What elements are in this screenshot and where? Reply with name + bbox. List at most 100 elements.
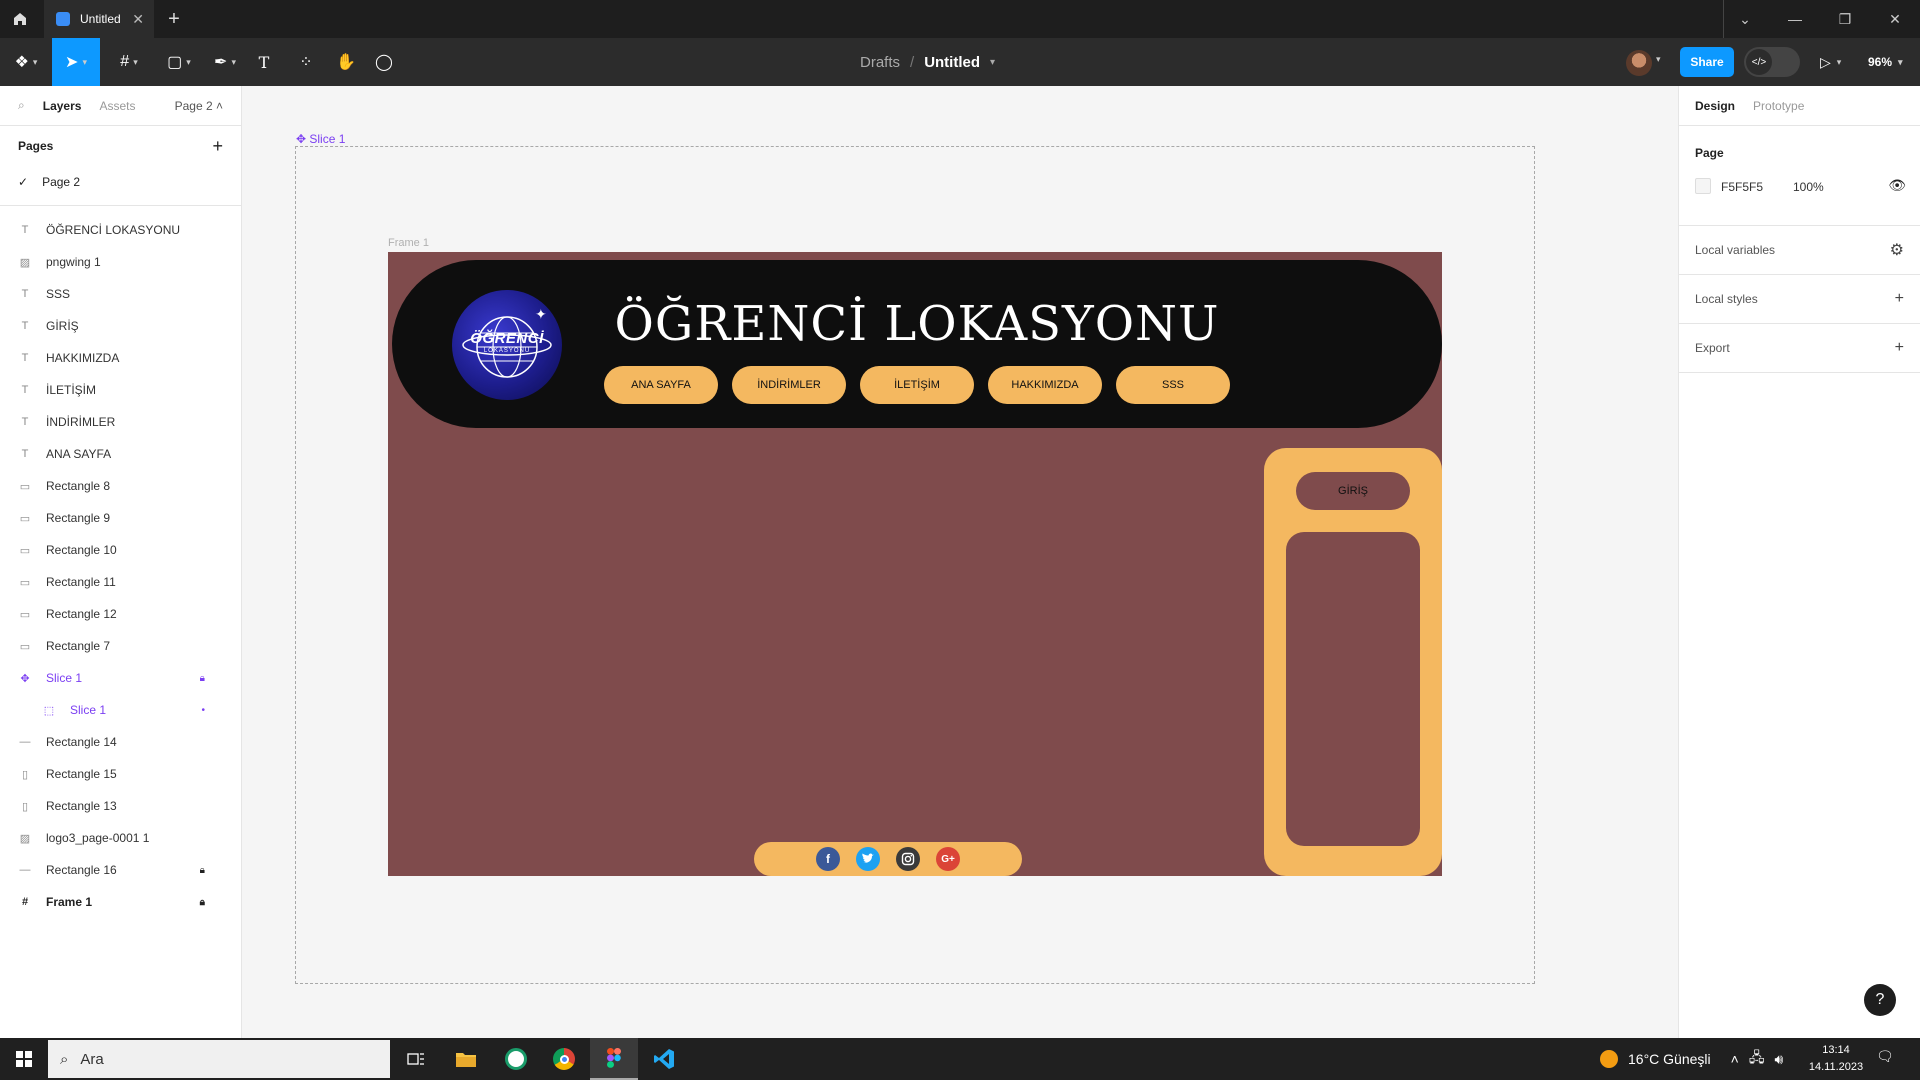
nav-about-button[interactable]: HAKKIMIZDA <box>988 366 1102 404</box>
layer-row[interactable]: — Rectangle 16 🔒︎ <box>0 854 241 886</box>
add-page-icon[interactable]: + <box>212 136 223 157</box>
vscode-icon[interactable] <box>640 1038 688 1080</box>
layer-row[interactable]: ▭ Rectangle 11 <box>0 566 241 598</box>
page-opacity[interactable]: 100% <box>1793 180 1824 194</box>
layer-row[interactable]: ⬚ Slice 1 • <box>0 694 241 726</box>
notification-icon[interactable]: 🗨︎ <box>1876 1048 1894 1065</box>
close-window-icon[interactable]: ✕ <box>1870 11 1920 28</box>
tab-prototype[interactable]: Prototype <box>1753 99 1804 113</box>
layer-row[interactable]: T HAKKIMIZDA <box>0 342 241 374</box>
layer-row[interactable]: ▭ Rectangle 12 <box>0 598 241 630</box>
login-panel[interactable] <box>1286 532 1420 846</box>
breadcrumb-drafts[interactable]: Drafts <box>860 54 900 71</box>
home-icon[interactable] <box>0 0 40 38</box>
lock-icon[interactable]: 🔒︎ <box>200 673 205 684</box>
google-plus-icon[interactable]: G+ <box>936 847 960 871</box>
facebook-icon[interactable]: f <box>816 847 840 871</box>
layer-row[interactable]: ▭ Rectangle 10 <box>0 534 241 566</box>
shape-tool-button[interactable]: ▢ ▾ <box>160 38 198 86</box>
tab-design[interactable]: Design <box>1695 99 1735 113</box>
resources-button[interactable]: ⁘ <box>294 38 318 86</box>
layer-row[interactable]: T ANA SAYFA <box>0 438 241 470</box>
layer-row[interactable]: ▭ Rectangle 9 <box>0 502 241 534</box>
login-button[interactable]: GİRİŞ <box>1296 472 1410 510</box>
minimize-icon[interactable]: — <box>1770 11 1820 27</box>
text-tool-button[interactable]: T <box>252 38 276 86</box>
page-color-hex[interactable]: F5F5F5 <box>1721 180 1763 194</box>
layer-row[interactable]: — Rectangle 14 <box>0 726 241 758</box>
page-color-swatch[interactable] <box>1695 178 1711 194</box>
move-tool-button[interactable]: ➤ ▾ <box>52 38 100 86</box>
network-icon[interactable]: 🖧︎ <box>1749 1047 1765 1071</box>
lock-icon[interactable]: 🔒︎ <box>200 865 205 876</box>
site-header[interactable]: ✦ ÖĞRENCİ LOKASYONU ÖĞRENCİ LOKASYONU AN… <box>392 260 1442 428</box>
chevron-down-icon[interactable]: ⌄ <box>1720 11 1770 28</box>
chevron-down-icon[interactable]: ▾ <box>990 57 995 68</box>
layer-row[interactable]: T ÖĞRENCİ LOKASYONU <box>0 214 241 246</box>
layer-row[interactable]: ▭ Rectangle 7 <box>0 630 241 662</box>
tab-layers[interactable]: Layers <box>43 99 82 113</box>
volume-icon[interactable]: 🔊︎ <box>1774 1051 1783 1068</box>
export-row[interactable]: Export + <box>1679 324 1920 373</box>
layer-row[interactable]: T İNDİRİMLER <box>0 406 241 438</box>
taskbar-search[interactable]: ⌕ Ara <box>48 1040 390 1078</box>
task-view-icon[interactable] <box>392 1038 440 1080</box>
sliders-icon[interactable]: ⚙ <box>1890 240 1904 260</box>
share-button[interactable]: Share <box>1680 47 1734 77</box>
windows-start-button[interactable] <box>0 1038 48 1080</box>
layer-row[interactable]: ▯ Rectangle 15 <box>0 758 241 790</box>
add-style-icon[interactable]: + <box>1895 290 1904 308</box>
layer-row[interactable]: ✥ Slice 1 🔒︎ <box>0 662 241 694</box>
nav-discounts-button[interactable]: İNDİRİMLER <box>732 366 846 404</box>
chrome-icon[interactable] <box>540 1038 588 1080</box>
taskbar-clock[interactable]: 13:14 14.11.2023 <box>1806 1042 1866 1076</box>
page-selector[interactable]: Page 2 ˄ <box>175 99 223 113</box>
layer-row[interactable]: T GİRİŞ <box>0 310 241 342</box>
main-menu-button[interactable]: ❖ ▾ <box>8 38 44 86</box>
spotify-like-app-icon[interactable] <box>492 1038 540 1080</box>
layer-row[interactable]: T SSS <box>0 278 241 310</box>
comment-tool-button[interactable]: ◯ <box>372 38 396 86</box>
tab-assets[interactable]: Assets <box>99 99 135 113</box>
weather-text[interactable]: 16°C Güneşli <box>1628 1051 1711 1067</box>
close-tab-icon[interactable]: ✕ <box>132 11 144 28</box>
new-tab-button[interactable]: + <box>162 7 186 31</box>
design-frame[interactable]: ✦ ÖĞRENCİ LOKASYONU ÖĞRENCİ LOKASYONU AN… <box>388 252 1442 876</box>
instagram-icon[interactable] <box>896 847 920 871</box>
file-explorer-icon[interactable] <box>442 1038 490 1080</box>
frame-tool-button[interactable]: # ▾ <box>110 38 148 86</box>
local-variables-row[interactable]: Local variables ⚙ <box>1679 226 1920 275</box>
twitter-icon[interactable] <box>856 847 880 871</box>
file-title[interactable]: Untitled <box>924 54 980 71</box>
local-styles-row[interactable]: Local styles + <box>1679 275 1920 324</box>
add-export-icon[interactable]: + <box>1895 339 1904 357</box>
layer-row[interactable]: ▭ Rectangle 8 <box>0 470 241 502</box>
layer-row[interactable]: T İLETİŞİM <box>0 374 241 406</box>
chevron-down-icon[interactable]: ▾ <box>1656 54 1661 65</box>
layer-row[interactable]: ▨ pngwing 1 <box>0 246 241 278</box>
present-button[interactable]: ▷ ▾ <box>1820 38 1841 86</box>
dev-mode-toggle[interactable]: </> <box>1744 47 1800 77</box>
search-icon[interactable]: ⌕ <box>18 98 25 113</box>
restore-icon[interactable]: ❐ <box>1820 11 1870 28</box>
layer-row[interactable]: ▨ logo3_page-0001 1 <box>0 822 241 854</box>
zoom-menu[interactable]: 96% ▾ <box>1868 38 1903 86</box>
pen-tool-button[interactable]: ✒ ▾ <box>206 38 244 86</box>
nav-home-button[interactable]: ANA SAYFA <box>604 366 718 404</box>
frame-label[interactable]: Frame 1 <box>388 237 429 249</box>
layer-row[interactable]: # Frame 1 🔒︎ <box>0 886 241 918</box>
nav-contact-button[interactable]: İLETİŞİM <box>860 366 974 404</box>
page-item[interactable]: ✓ Page 2 <box>0 166 241 206</box>
chevron-up-icon[interactable]: ˄ <box>1731 1051 1739 1067</box>
lock-icon[interactable]: 🔒︎ <box>200 897 205 908</box>
login-sidebar[interactable]: GİRİŞ <box>1264 448 1442 876</box>
eye-icon[interactable]: 👁︎ <box>1888 177 1906 194</box>
help-button[interactable]: ? <box>1864 984 1896 1016</box>
slice-label[interactable]: ✥ Slice 1 <box>296 132 345 146</box>
nav-faq-button[interactable]: SSS <box>1116 366 1230 404</box>
file-tab[interactable]: Untitled ✕ <box>44 0 154 38</box>
figma-taskbar-icon[interactable] <box>590 1038 638 1080</box>
hand-tool-button[interactable]: ✋ <box>334 38 358 86</box>
layer-row[interactable]: ▯ Rectangle 13 <box>0 790 241 822</box>
avatar[interactable] <box>1626 50 1652 76</box>
